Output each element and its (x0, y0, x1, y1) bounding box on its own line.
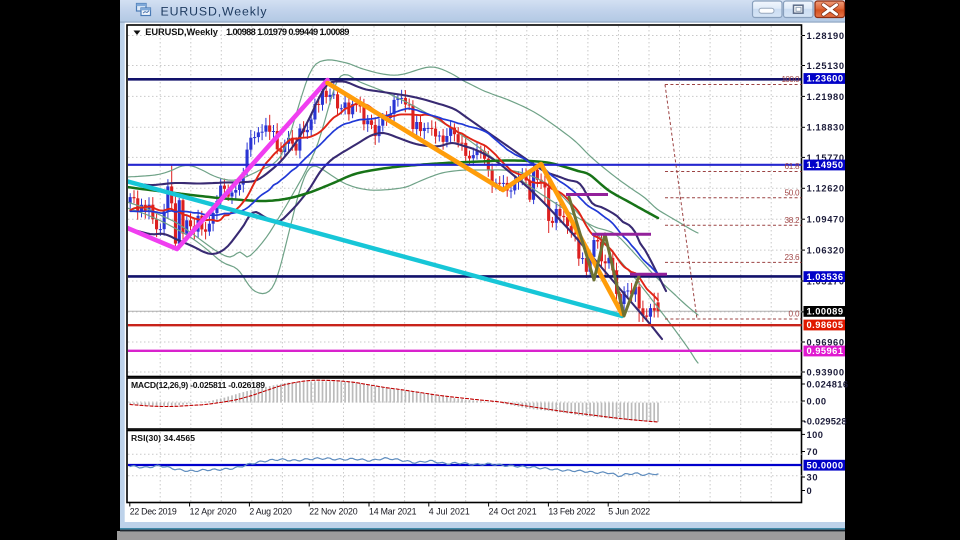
svg-text:0.93900: 0.93900 (807, 367, 845, 377)
svg-text:RSI(30) 34.4565: RSI(30) 34.4565 (131, 433, 195, 443)
svg-text:22 Nov 2020: 22 Nov 2020 (309, 507, 357, 517)
svg-text:1.03536: 1.03536 (807, 272, 844, 282)
svg-text:100: 100 (807, 430, 823, 440)
svg-text:61.8: 61.8 (785, 162, 800, 171)
svg-text:1.18830: 1.18830 (807, 123, 845, 133)
svg-text:-0.029528: -0.029528 (804, 416, 847, 426)
svg-text:23.6: 23.6 (785, 253, 800, 262)
svg-text:30: 30 (807, 472, 818, 482)
svg-text:12 Apr 2020: 12 Apr 2020 (190, 507, 237, 517)
svg-text:0.0: 0.0 (789, 310, 800, 319)
svg-text:1.06320: 1.06320 (807, 246, 845, 256)
svg-text:5 Jun 2022: 5 Jun 2022 (608, 507, 650, 517)
svg-text:0: 0 (807, 486, 812, 496)
svg-text:100.0: 100.0 (782, 75, 800, 84)
svg-text:1.14950: 1.14950 (807, 160, 844, 170)
svg-text:4 Jul 2021: 4 Jul 2021 (429, 507, 470, 517)
svg-text:1.00988 1.01979 0.99449 1.0008: 1.00988 1.01979 0.99449 1.00089 (226, 27, 349, 37)
svg-text:0.00: 0.00 (807, 396, 827, 406)
svg-text:50.0000: 50.0000 (807, 460, 844, 470)
svg-text:70: 70 (807, 447, 818, 457)
svg-text:1.12620: 1.12620 (807, 184, 845, 194)
svg-text:13 Feb 2022: 13 Feb 2022 (548, 507, 595, 517)
svg-text:2 Aug 2020: 2 Aug 2020 (249, 507, 292, 517)
svg-text:0.95961: 0.95961 (807, 346, 844, 356)
svg-text:38.2: 38.2 (785, 216, 800, 225)
svg-text:0.98605: 0.98605 (807, 320, 844, 330)
svg-text:22 Dec 2019: 22 Dec 2019 (130, 507, 177, 517)
svg-text:50.0: 50.0 (785, 188, 800, 197)
svg-text:EURUSD,Weekly: EURUSD,Weekly (145, 27, 218, 37)
svg-text:0.024816: 0.024816 (807, 379, 849, 389)
svg-text:1.09470: 1.09470 (807, 215, 845, 225)
svg-text:1.25130: 1.25130 (807, 61, 845, 71)
svg-text:1.23600: 1.23600 (807, 74, 844, 84)
svg-text:1.28190: 1.28190 (807, 31, 845, 41)
svg-text:MACD(12,26,9) -0.025811 -0.026: MACD(12,26,9) -0.025811 -0.026189 (131, 380, 265, 390)
svg-text:EURUSD,Weekly: EURUSD,Weekly (161, 5, 268, 19)
svg-text:24 Oct 2021: 24 Oct 2021 (489, 507, 537, 517)
svg-text:1.00089: 1.00089 (807, 307, 844, 317)
svg-text:1.21980: 1.21980 (807, 92, 845, 102)
svg-text:14 Mar 2021: 14 Mar 2021 (369, 507, 417, 517)
